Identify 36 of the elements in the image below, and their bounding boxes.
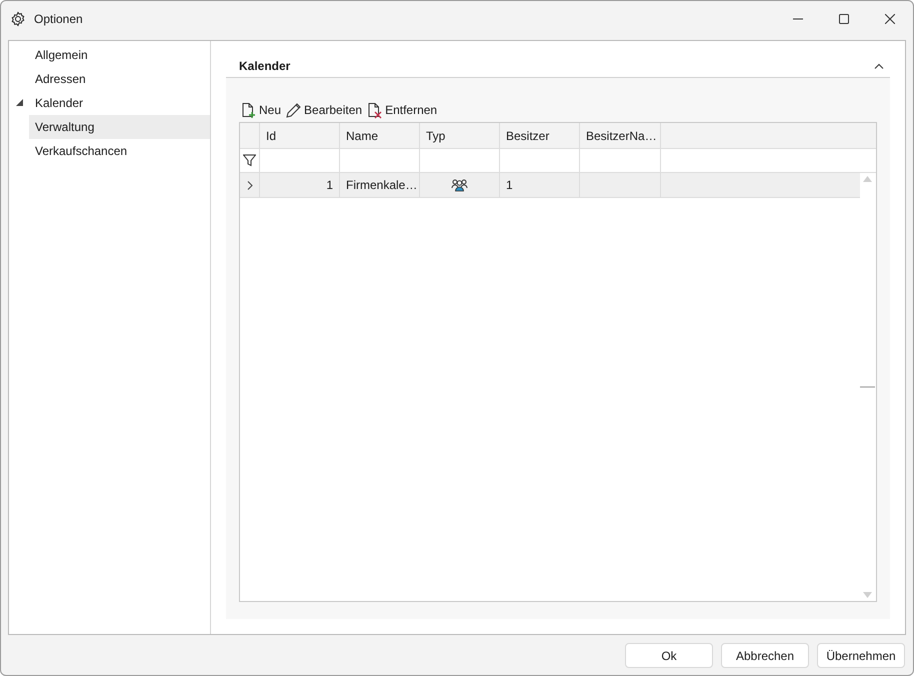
toolbar-button[interactable]: Bearbeiten <box>285 102 362 118</box>
scroll-up-icon[interactable] <box>863 176 872 182</box>
table-cell: 1 <box>500 173 580 197</box>
new-document-icon <box>240 102 257 118</box>
scroll-down-icon[interactable] <box>863 592 872 598</box>
sidebar-item[interactable]: Verkaufschancen <box>9 139 210 163</box>
sidebar-item[interactable]: Adressen <box>9 67 210 91</box>
maximize-icon[interactable] <box>839 14 849 24</box>
delete-document-icon <box>366 102 384 118</box>
scrollbar-thumb[interactable] <box>860 386 875 388</box>
filter-icon[interactable] <box>243 154 256 167</box>
sidebar-item[interactable]: Kalender <box>9 91 210 115</box>
toolbar-button[interactable]: Neu <box>240 102 282 118</box>
close-icon[interactable] <box>885 14 895 24</box>
section-title: Kalender <box>239 58 290 72</box>
window-title: Optionen <box>34 12 83 26</box>
table-row[interactable]: 1 Firmenkale… 1 <box>240 173 860 198</box>
group-icon <box>451 178 468 192</box>
column-header[interactable]: BesitzerNa… <box>580 123 661 148</box>
sidebar-item[interactable]: Allgemein <box>9 43 210 67</box>
column-header[interactable]: Name <box>340 123 420 148</box>
column-header[interactable]: Typ <box>420 123 500 148</box>
toolbar-button[interactable]: Entfernen <box>366 102 438 118</box>
chevron-right-icon[interactable] <box>246 180 252 190</box>
table-cell: Firmenkale… <box>340 173 420 197</box>
pencil-icon <box>285 102 302 118</box>
sidebar-item[interactable]: Verwaltung <box>29 115 210 139</box>
dialog-button[interactable]: Übernehmen <box>817 643 905 668</box>
dialog-button[interactable]: Abbrechen <box>721 643 809 668</box>
settings-icon <box>10 11 26 27</box>
dialog-button[interactable]: Ok <box>625 643 713 668</box>
collapse-chevron-icon[interactable] <box>874 62 884 68</box>
column-header[interactable]: Besitzer <box>500 123 580 148</box>
column-header[interactable]: Id <box>260 123 340 148</box>
expanded-triangle-icon[interactable] <box>16 99 23 106</box>
table-cell: 1 <box>260 173 340 197</box>
